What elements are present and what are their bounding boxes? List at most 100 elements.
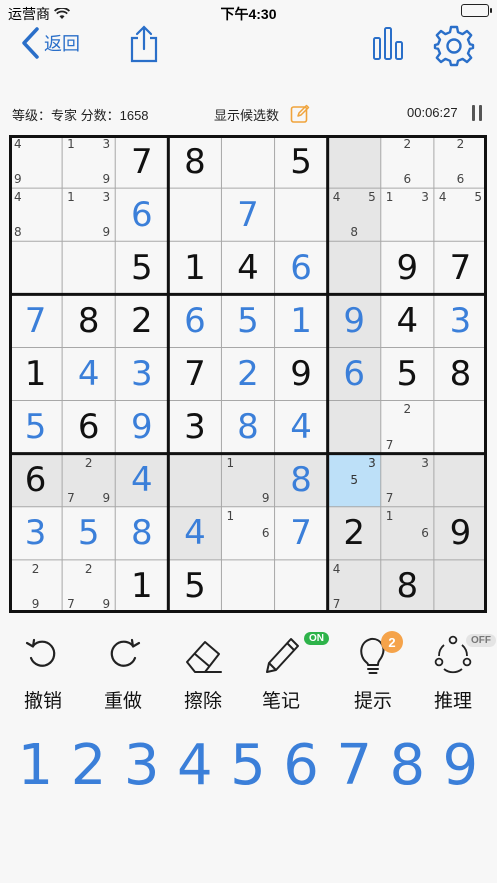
board-cell[interactable]: 45 (434, 188, 487, 241)
board-cell[interactable]: 3 (168, 401, 221, 454)
board-cell[interactable]: 1 (275, 294, 328, 347)
board-cell[interactable]: 4 (62, 347, 115, 400)
number-key-7[interactable]: 7 (328, 730, 381, 800)
board-cell[interactable]: 7 (115, 135, 168, 188)
board-cell[interactable]: 49 (9, 135, 62, 188)
board-cell[interactable]: 4 5 8 (327, 188, 381, 242)
board-cell[interactable]: 6 (327, 347, 381, 401)
board-cell[interactable]: 13 (381, 188, 434, 241)
erase-button[interactable]: 擦除 (168, 630, 238, 720)
settings-button[interactable] (432, 24, 476, 73)
redo-button[interactable]: 重做 (88, 630, 158, 720)
board-cell[interactable]: 8 (274, 453, 328, 507)
board-cell[interactable]: 8 (221, 401, 274, 454)
board-cell[interactable]: 4 (115, 453, 169, 507)
board-cell[interactable] (9, 241, 62, 294)
board-cell[interactable]: 9 (433, 506, 487, 560)
number-key-1[interactable]: 1 (9, 730, 62, 800)
board-cell[interactable]: 16 (380, 506, 434, 560)
board-cell[interactable]: 29 (9, 560, 62, 613)
board-cell[interactable]: 4 (381, 294, 434, 347)
board-cell[interactable]: 4 (275, 401, 328, 454)
reasoning-button[interactable]: OFF 推理 (418, 630, 496, 720)
board-cell[interactable]: 1 (168, 241, 221, 294)
board-cell[interactable]: 8 (434, 347, 487, 400)
number-key-8[interactable]: 8 (381, 730, 434, 800)
note-button[interactable]: ON 笔记 (246, 630, 329, 720)
number-key-9[interactable]: 9 (434, 730, 487, 800)
board-cell[interactable] (433, 559, 487, 613)
pause-button[interactable] (470, 104, 484, 125)
board-cell[interactable]: 19 (221, 453, 275, 507)
board-cell[interactable]: 5 (168, 560, 221, 613)
hint-button[interactable]: 2 提示 (338, 630, 408, 720)
board-cell[interactable]: 8 (380, 559, 434, 613)
board-cell[interactable]: 8 (168, 135, 221, 188)
board-cell[interactable]: 8 (62, 294, 115, 347)
board-cell[interactable]: 4 (168, 506, 222, 560)
board-cell[interactable]: 2 (221, 347, 274, 400)
board-cell[interactable]: 3 (9, 507, 62, 560)
board-cell[interactable]: 7 (9, 294, 62, 347)
board-cell[interactable] (327, 135, 381, 189)
board-cell[interactable]: 26 (381, 135, 434, 188)
board-cell[interactable]: 6 (9, 453, 63, 507)
board-cell[interactable]: 1 (9, 347, 62, 400)
board-cell[interactable]: 35 (327, 453, 381, 507)
board-cell[interactable]: 1 3 9 (62, 188, 115, 241)
board-cell[interactable]: 27 (381, 401, 434, 454)
board-cell[interactable]: 2 7 9 (62, 453, 116, 507)
board-cell[interactable] (168, 188, 221, 241)
board-cell[interactable]: 26 (434, 135, 487, 188)
board-cell[interactable]: 5 (275, 135, 328, 188)
board-cell[interactable] (221, 135, 274, 188)
back-button[interactable]: 返回 (20, 26, 80, 60)
board-cell[interactable] (168, 453, 222, 507)
board-cell[interactable]: 7 (221, 188, 274, 241)
board-cell[interactable]: 3 (115, 347, 168, 400)
board-cell[interactable] (434, 401, 487, 454)
board-cell[interactable]: 48 (9, 188, 62, 241)
board-cell[interactable]: 37 (380, 453, 434, 507)
board-cell[interactable]: 9 (115, 401, 168, 454)
board-cell[interactable] (327, 400, 381, 454)
number-key-4[interactable]: 4 (168, 730, 221, 800)
board-cell[interactable]: 7 (434, 241, 487, 294)
share-button[interactable] (126, 24, 162, 69)
board-cell[interactable]: 6 (115, 188, 168, 241)
board-cell[interactable]: 5 (9, 401, 62, 454)
board-cell[interactable]: 9 (327, 294, 381, 348)
show-candidates-toggle[interactable]: 显示候选数 (214, 105, 279, 124)
board-cell[interactable]: 9 (381, 241, 434, 294)
board-cell[interactable]: 2 (327, 506, 381, 560)
edit-candidates-button[interactable] (290, 104, 310, 127)
board-cell[interactable] (327, 241, 381, 295)
board-cell[interactable]: 6 (62, 401, 115, 454)
board-cell[interactable]: 5 (115, 241, 168, 294)
board-cell[interactable]: 5 (221, 294, 274, 347)
board-cell[interactable] (221, 560, 274, 613)
board-cell[interactable]: 3 (434, 294, 487, 347)
board-cell[interactable]: 16 (221, 507, 274, 560)
board-cell[interactable] (62, 241, 115, 294)
board-cell[interactable]: 6 (168, 294, 221, 347)
board-cell[interactable]: 2 7 9 (62, 560, 115, 613)
board-cell[interactable]: 9 (275, 347, 328, 400)
number-key-5[interactable]: 5 (221, 730, 274, 800)
board-cell[interactable] (275, 188, 328, 241)
board-cell[interactable]: 4 (221, 241, 274, 294)
board-cell[interactable] (275, 560, 328, 613)
board-cell[interactable]: 47 (327, 559, 381, 613)
board-cell[interactable]: 5 (381, 347, 434, 400)
board-cell[interactable]: 6 (275, 241, 328, 294)
number-key-6[interactable]: 6 (275, 730, 328, 800)
number-key-3[interactable]: 3 (115, 730, 168, 800)
statistics-button[interactable] (370, 24, 406, 69)
board-cell[interactable]: 1 (115, 560, 168, 613)
board-cell[interactable]: 8 (115, 507, 168, 560)
number-key-2[interactable]: 2 (62, 730, 115, 800)
board-cell[interactable]: 7 (168, 347, 221, 400)
board-cell[interactable]: 1 3 9 (62, 135, 115, 188)
undo-button[interactable]: 撤销 (8, 630, 78, 720)
board-cell[interactable] (433, 453, 487, 507)
